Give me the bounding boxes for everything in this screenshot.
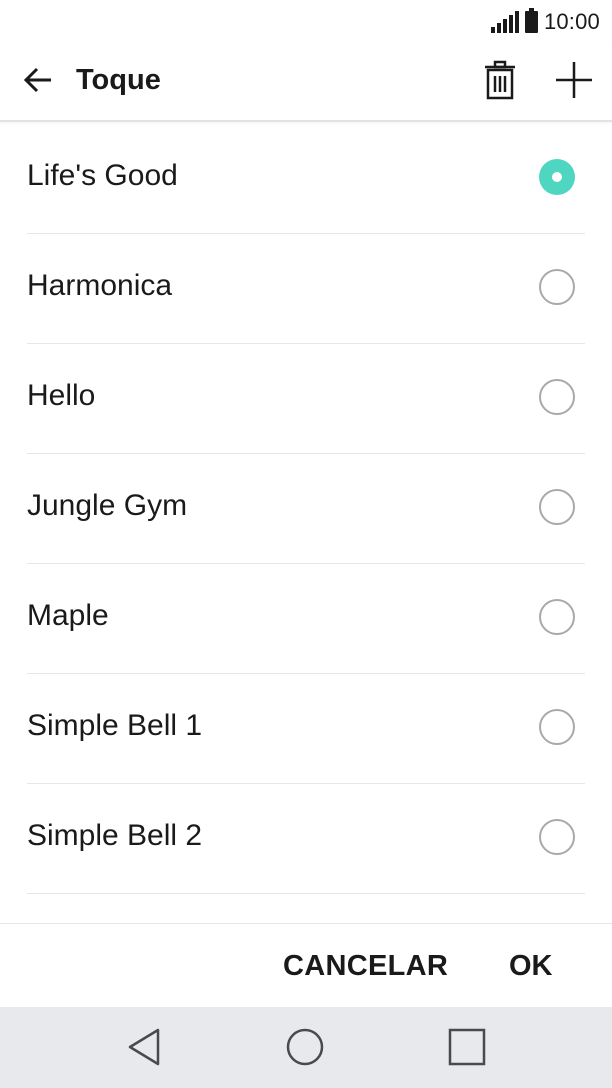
- ringtone-label: Simple Bell 2: [27, 819, 203, 852]
- list-item[interactable]: Jungle Gym: [27, 454, 585, 564]
- nav-home-button[interactable]: [285, 1027, 325, 1067]
- status-indicators: 10:00: [490, 8, 600, 36]
- list-item[interactable]: Life's Good: [27, 124, 585, 234]
- list-item[interactable]: Simple Bell 2: [27, 784, 585, 894]
- signal-bars-icon: [490, 11, 519, 33]
- status-time: 10:00: [543, 9, 600, 34]
- ok-button[interactable]: OK: [509, 950, 553, 983]
- radio-button[interactable]: [539, 489, 575, 525]
- back-button[interactable]: [18, 60, 58, 100]
- radio-button[interactable]: [539, 709, 575, 745]
- list-item[interactable]: Hello: [27, 344, 585, 454]
- arrow-left-icon: [23, 67, 51, 93]
- navigation-bar: [0, 1007, 612, 1088]
- ringtone-list: Life's Good Harmonica Hello Jungle Gym M…: [27, 124, 585, 894]
- radio-button[interactable]: [539, 379, 575, 415]
- ringtone-label: Life's Good: [27, 159, 178, 192]
- dialog-actions: CANCELAR OK: [0, 923, 612, 1007]
- list-item[interactable]: Harmonica: [27, 234, 585, 344]
- radio-button-selected[interactable]: [539, 159, 575, 195]
- radio-button[interactable]: [539, 599, 575, 635]
- battery-icon: [524, 8, 538, 33]
- nav-recents-square-icon: [448, 1028, 486, 1066]
- radio-button[interactable]: [539, 819, 575, 855]
- list-item[interactable]: Maple: [27, 564, 585, 674]
- ringtone-label: Maple: [27, 599, 109, 632]
- plus-icon: [556, 62, 592, 98]
- add-button[interactable]: [552, 58, 596, 102]
- status-bar: 10:00: [0, 0, 612, 44]
- nav-back-triangle-icon: [128, 1028, 160, 1066]
- radio-button[interactable]: [539, 269, 575, 305]
- nav-recents-button[interactable]: [447, 1027, 487, 1067]
- list-item[interactable]: Simple Bell 1: [27, 674, 585, 784]
- nav-home-circle-icon: [286, 1028, 324, 1066]
- page-title: Toque: [76, 64, 161, 96]
- delete-button[interactable]: [478, 58, 522, 102]
- cancel-button[interactable]: CANCELAR: [283, 950, 448, 983]
- ringtone-label: Harmonica: [27, 269, 173, 302]
- trash-icon: [485, 60, 515, 100]
- ringtone-label: Hello: [27, 379, 96, 412]
- nav-back-button[interactable]: [124, 1027, 164, 1067]
- app-bar: Toque: [0, 44, 612, 122]
- ringtone-label: Jungle Gym: [27, 489, 188, 522]
- ringtone-label: Simple Bell 1: [27, 709, 203, 742]
